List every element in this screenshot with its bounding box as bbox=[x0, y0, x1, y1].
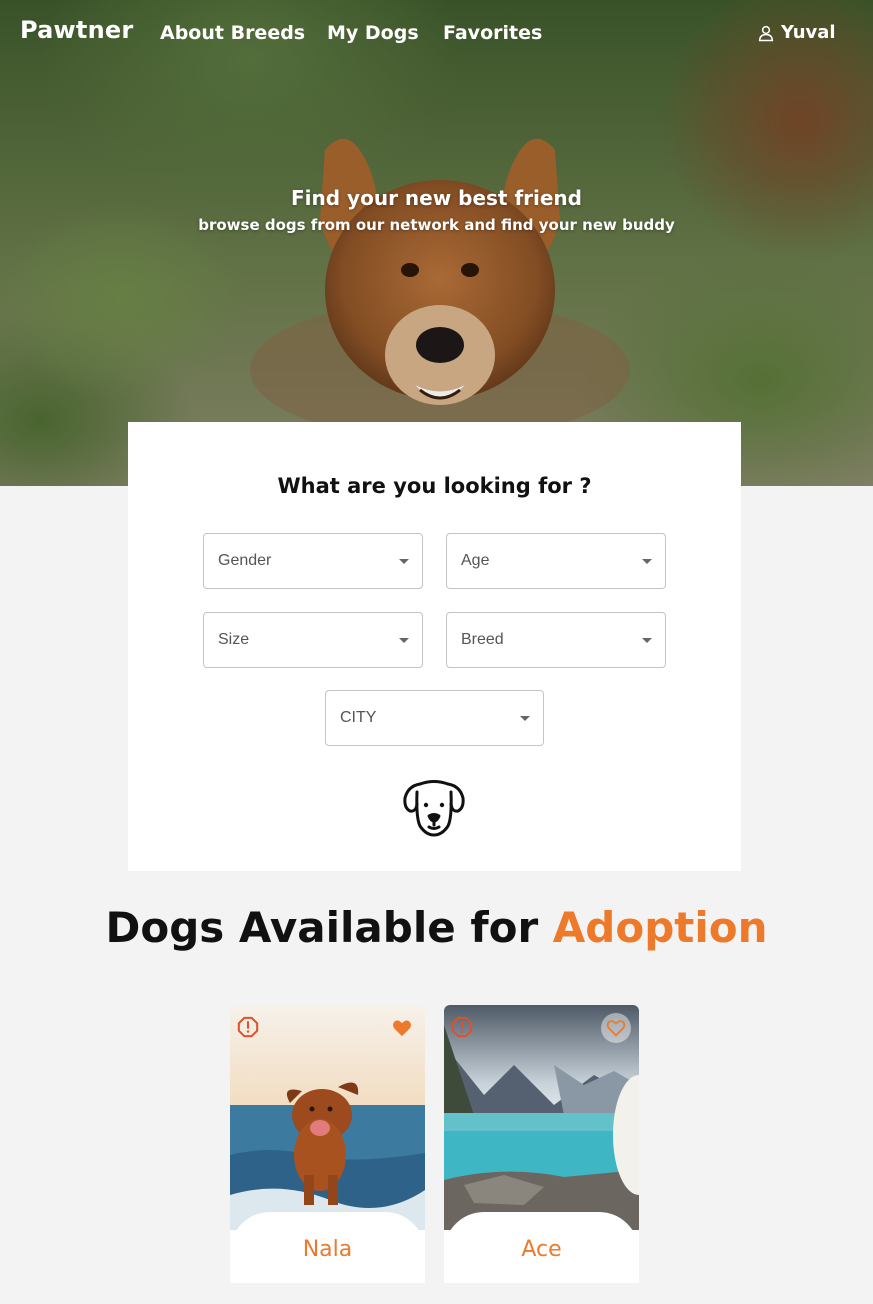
search-panel: What are you looking for ? Gender Age Si… bbox=[128, 422, 741, 871]
dog-card[interactable]: Nala bbox=[230, 1005, 425, 1283]
city-select[interactable]: CITY bbox=[325, 690, 544, 746]
favorite-button[interactable] bbox=[387, 1013, 417, 1043]
listing-title-prefix: Dogs Available for bbox=[105, 903, 553, 952]
city-select-value: CITY bbox=[340, 709, 377, 726]
listing-title-accent: Adoption bbox=[552, 903, 768, 952]
dog-name: Nala bbox=[302, 1237, 353, 1262]
top-navbar: Pawtner About Breeds My Dogs Favorites Y… bbox=[0, 0, 873, 70]
age-select-value: Age bbox=[461, 552, 490, 569]
breed-select-value: Breed bbox=[461, 631, 504, 648]
caret-down-icon bbox=[520, 716, 530, 721]
user-menu[interactable]: Yuval bbox=[757, 22, 836, 43]
nav-link-my-dogs[interactable]: My Dogs bbox=[327, 22, 419, 44]
listing-title: Dogs Available for Adoption bbox=[0, 903, 873, 952]
favorite-button[interactable] bbox=[601, 1013, 631, 1043]
size-select[interactable]: Size bbox=[203, 612, 423, 668]
nav-link-about-breeds[interactable]: About Breeds bbox=[160, 22, 305, 44]
size-select-value: Size bbox=[218, 631, 250, 648]
hero-banner bbox=[0, 0, 873, 486]
gender-select-value: Gender bbox=[218, 552, 272, 569]
caret-down-icon bbox=[399, 638, 409, 643]
user-name: Yuval bbox=[781, 22, 836, 43]
report-icon[interactable] bbox=[451, 1016, 473, 1038]
brand-logo[interactable]: Pawtner bbox=[20, 16, 133, 44]
caret-down-icon bbox=[642, 559, 652, 564]
age-select[interactable]: Age bbox=[446, 533, 666, 589]
gender-select[interactable]: Gender bbox=[203, 533, 423, 589]
breed-select[interactable]: Breed bbox=[446, 612, 666, 668]
caret-down-icon bbox=[399, 559, 409, 564]
report-icon[interactable] bbox=[237, 1016, 259, 1038]
dog-search-icon[interactable] bbox=[402, 778, 466, 838]
user-icon bbox=[758, 25, 774, 41]
hero-overlay bbox=[0, 0, 873, 486]
heart-filled-icon bbox=[393, 1020, 411, 1037]
nav-link-favorites[interactable]: Favorites bbox=[443, 22, 542, 44]
hero-subtitle: browse dogs from our network and find yo… bbox=[198, 216, 675, 234]
caret-down-icon bbox=[642, 638, 652, 643]
search-title: What are you looking for ? bbox=[277, 474, 592, 498]
heart-outline-icon bbox=[606, 1020, 626, 1037]
dog-name: Ace bbox=[521, 1237, 562, 1262]
hero-title: Find your new best friend bbox=[291, 186, 582, 210]
dog-card[interactable]: Ace bbox=[444, 1005, 639, 1283]
